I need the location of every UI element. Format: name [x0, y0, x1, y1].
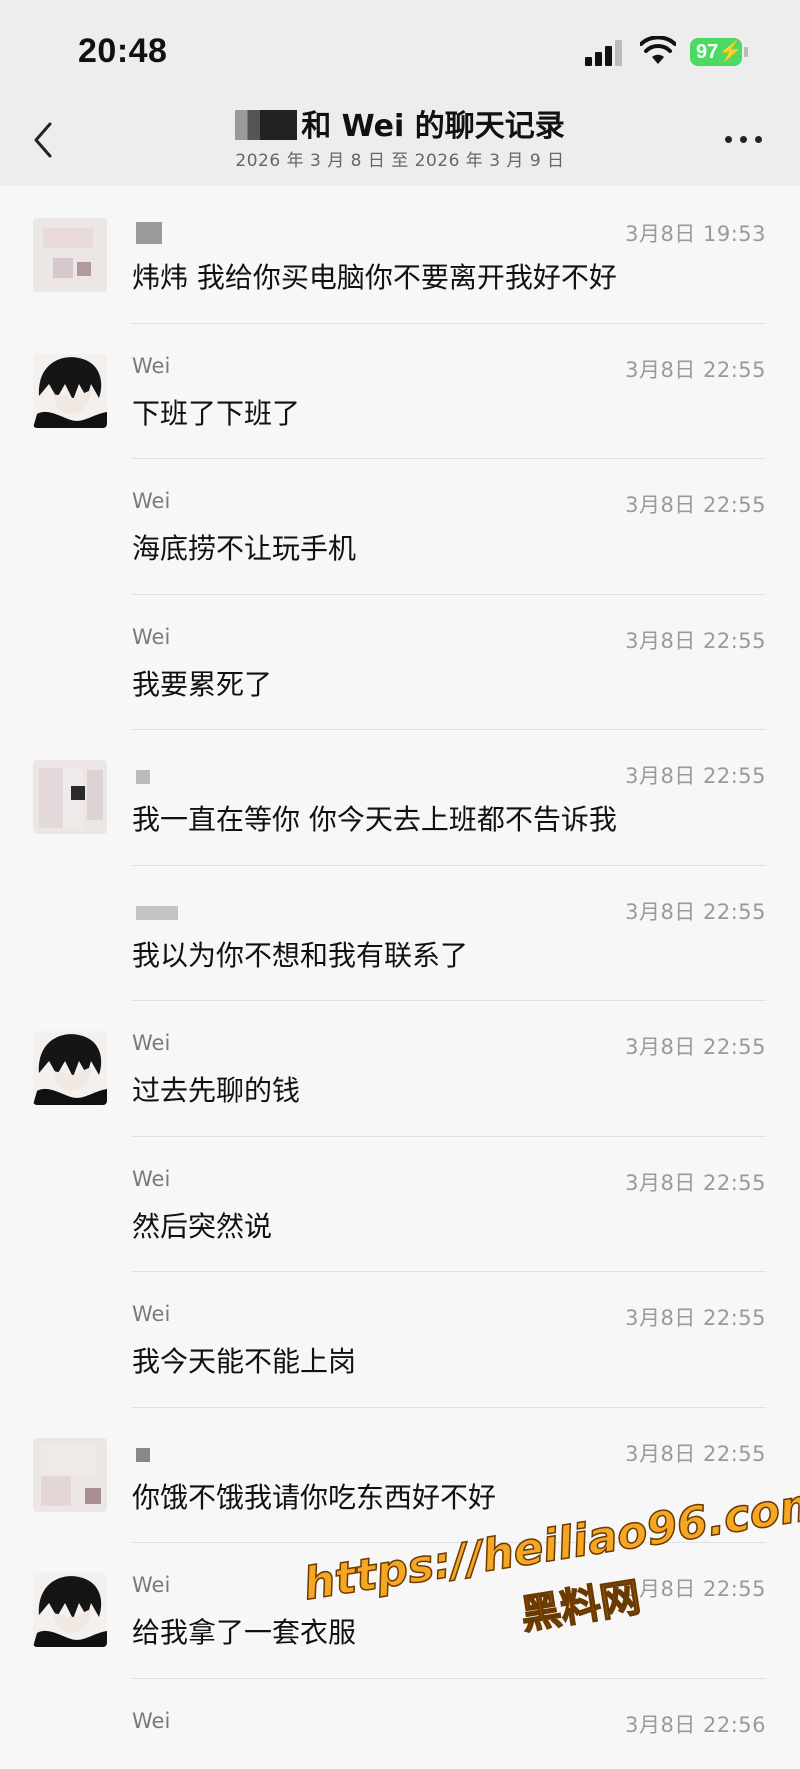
avatar — [33, 1437, 107, 1512]
message-time: 3月8日 22:55 — [625, 493, 766, 517]
more-options-icon[interactable] — [725, 136, 765, 146]
top-bar: 20:48 97⚡ 和 Wei 的聊天记录 2026 年 3 月 8 日 至 2… — [0, 0, 800, 186]
avatar — [33, 760, 107, 834]
redacted-sender — [136, 770, 150, 784]
message-text: 我一直在等你 你今天去上班都不告诉我 — [132, 803, 617, 836]
message-text: 过去先聊的钱 — [132, 1074, 301, 1107]
message-text: 然后突然说 — [132, 1209, 273, 1243]
wifi-icon — [640, 36, 676, 64]
cellular-signal-icon — [585, 40, 625, 66]
message-time: 3月8日 22:55 — [625, 899, 766, 924]
message-time: 3月8日 22:56 — [625, 1712, 766, 1737]
sender-name: Wei — [132, 1708, 171, 1733]
list-item[interactable]: Wei 3月8日 22:56 — [0, 1679, 800, 1769]
list-item[interactable]: Wei 3月8日 22:55 过去先聊的钱 — [0, 1001, 800, 1137]
list-item[interactable]: Wei 3月8日 22:55 下班了下班了 — [0, 324, 800, 459]
avatar — [33, 218, 107, 292]
sender-name: Wei — [132, 1302, 171, 1326]
sender-name: Wei — [132, 1166, 171, 1191]
page-title: 和 Wei 的聊天记录 — [0, 108, 800, 146]
message-time: 3月8日 22:55 — [625, 1306, 766, 1330]
sender-name: Wei — [132, 489, 171, 513]
redacted-sender — [136, 905, 178, 920]
message-text: 炜炜 我给你买电脑你不要离开我好不好 — [132, 261, 617, 294]
list-item[interactable]: Wei 3月8日 22:55 然后突然说 — [0, 1137, 800, 1272]
list-item[interactable]: Wei 3月8日 22:55 我要累死了 — [0, 595, 800, 730]
message-text: 你饿不饿我请你吃东西好不好 — [132, 1480, 497, 1514]
list-item[interactable]: 3月8日 19:53 炜炜 我给你买电脑你不要离开我好不好 — [0, 188, 800, 324]
battery-icon: 97⚡ — [690, 38, 743, 66]
list-item[interactable]: Wei 3月8日 22:55 我今天能不能上岗 — [0, 1272, 800, 1408]
message-time: 3月8日 22:55 — [625, 628, 766, 653]
message-text: 我今天能不能上岗 — [132, 1345, 357, 1378]
message-time: 3月8日 22:55 — [625, 1035, 766, 1059]
message-text: 下班了下班了 — [132, 396, 301, 430]
avatar — [33, 353, 107, 428]
message-text: 我以为你不想和我有联系了 — [132, 938, 469, 972]
sender-name: Wei — [132, 1573, 171, 1597]
date-range: 2026 年 3 月 8 日 至 2026 年 3 月 9 日 — [235, 151, 565, 171]
message-time: 3月8日 22:55 — [625, 357, 766, 382]
sender-name: Wei — [132, 624, 171, 649]
message-time: 3月8日 22:55 — [625, 1170, 766, 1195]
page-header: 和 Wei 的聊天记录 2026 年 3 月 8 日 至 2026 年 3 月 … — [0, 108, 800, 171]
redacted-name — [235, 110, 298, 140]
redacted-sender — [136, 222, 162, 244]
message-time: 3月8日 19:53 — [625, 222, 766, 246]
battery-tip — [744, 47, 748, 57]
avatar — [33, 1573, 107, 1647]
message-text: 我要累死了 — [132, 667, 273, 701]
list-item[interactable]: 3月8日 22:55 我以为你不想和我有联系了 — [0, 866, 800, 1001]
message-text: 海底捞不让玩手机 — [132, 532, 357, 565]
list-item[interactable]: 3月8日 22:55 我一直在等你 你今天去上班都不告诉我 — [0, 730, 800, 866]
battery-level: 97 — [696, 41, 719, 63]
message-time: 3月8日 22:55 — [625, 764, 766, 788]
message-time: 3月8日 22:55 — [625, 1441, 766, 1466]
status-time: 20:48 — [78, 32, 168, 70]
redacted-sender — [136, 1447, 150, 1462]
list-item[interactable]: Wei 3月8日 22:55 海底捞不让玩手机 — [0, 459, 800, 595]
sender-name: Wei — [132, 1031, 171, 1055]
avatar — [33, 1031, 107, 1105]
sender-name: Wei — [132, 353, 171, 378]
